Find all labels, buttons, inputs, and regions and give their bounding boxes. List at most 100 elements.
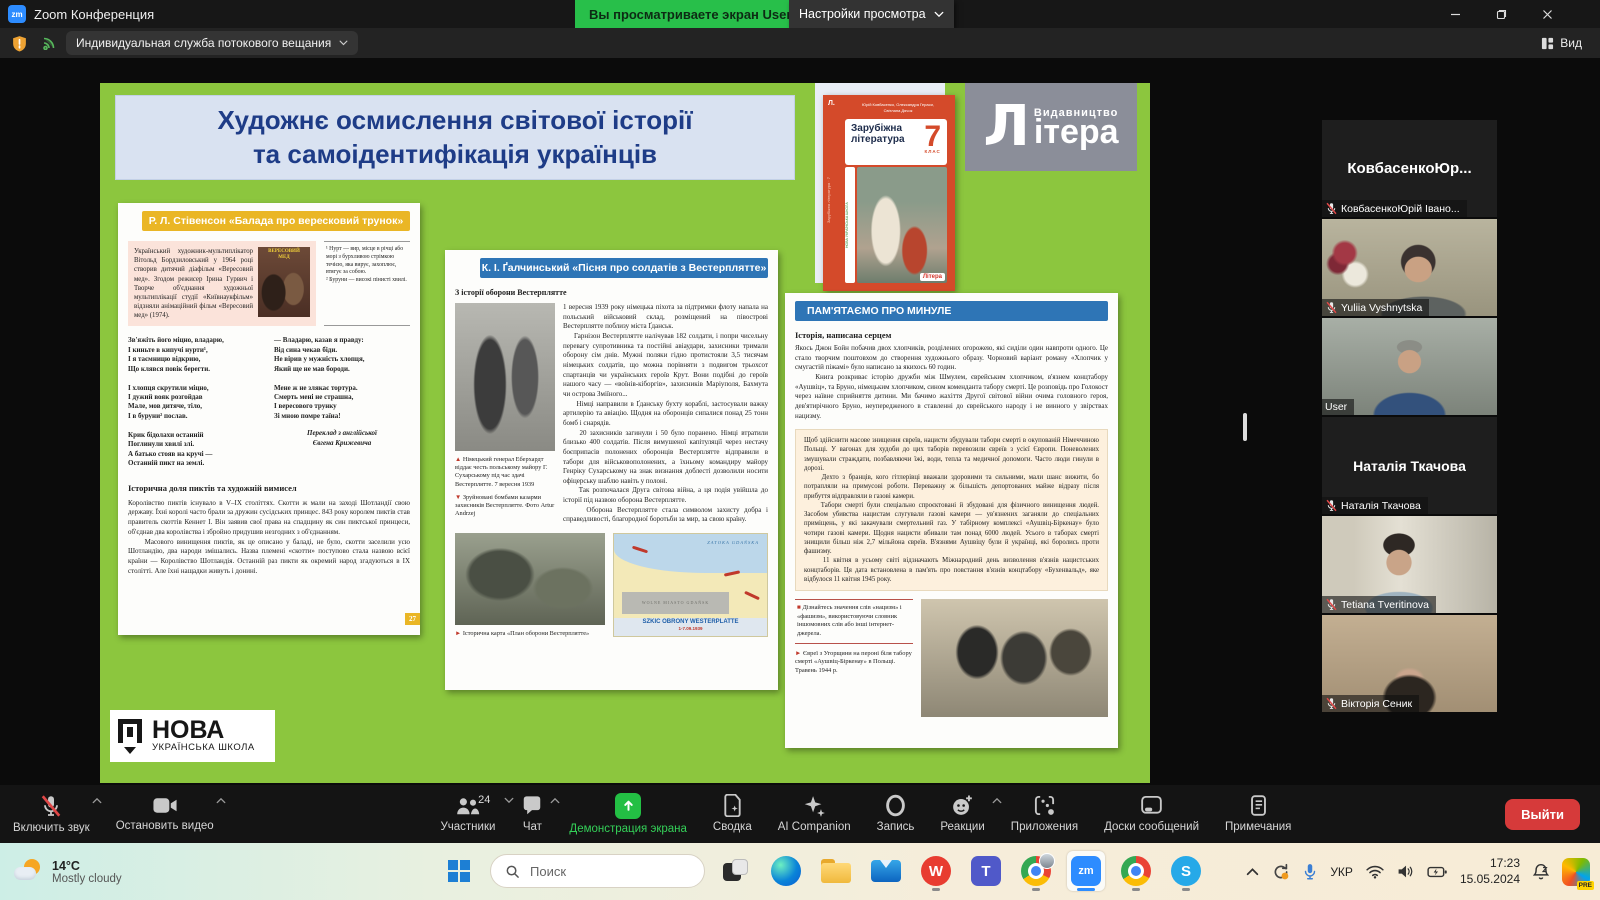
participant-tile-tveritinova[interactable]: Tetiana Tveritinova xyxy=(1322,516,1497,613)
teams-icon: T xyxy=(971,856,1001,886)
notes-button[interactable]: Примечания xyxy=(1212,785,1304,843)
participant-tile-yuliia[interactable]: Yuliia Vyshnytska xyxy=(1322,219,1497,316)
view-settings-button[interactable]: Настройки просмотра xyxy=(789,0,954,28)
live-stream-icon[interactable] xyxy=(42,36,56,50)
zoom-meeting-window: zm Zoom Конференция Вы просматриваете эк… xyxy=(0,0,1600,900)
participant-tile-user-active[interactable]: User xyxy=(1322,318,1497,415)
clock-widget[interactable]: 17:23 15.05.2024 xyxy=(1460,856,1520,887)
participant-tile-kovbasenko[interactable]: КовбасенкоЮр... КовбасенкоЮрій Івано... xyxy=(1322,120,1497,217)
diafilm-still-image: ВЕРЕСОВИЙ МЕД xyxy=(258,247,310,317)
language-indicator[interactable]: УКР xyxy=(1330,865,1353,879)
zoom-app-button[interactable]: zm xyxy=(1067,851,1105,891)
map-caption: ► Історична карта «План оборони Вестерпл… xyxy=(455,630,605,638)
tray-mic-icon[interactable] xyxy=(1303,863,1317,881)
participant-tile-senyk[interactable]: Вікторія Сеник xyxy=(1322,615,1497,712)
page3-task-box: ■ Дізнайтесь значення слів «нацизм» і «ф… xyxy=(795,599,913,644)
notifications-bell-icon[interactable] xyxy=(1533,863,1549,880)
security-shield-icon[interactable] xyxy=(12,35,27,52)
close-button[interactable] xyxy=(1524,0,1570,28)
summary-button[interactable]: Сводка xyxy=(700,785,765,843)
participant-tile-tkachova[interactable]: Наталія Ткачова Наталія Ткачова xyxy=(1322,417,1497,514)
summary-doc-icon xyxy=(721,794,744,817)
wps-office-button[interactable]: W xyxy=(917,851,955,891)
tray-expand-icon[interactable] xyxy=(1246,867,1259,876)
ai-companion-button[interactable]: AI Companion xyxy=(765,785,864,843)
leave-meeting-button[interactable]: Выйти xyxy=(1505,799,1580,830)
notes-icon xyxy=(1247,794,1270,817)
volume-icon[interactable] xyxy=(1397,864,1414,879)
weather-desc: Mostly cloudy xyxy=(52,873,122,885)
file-explorer-button[interactable] xyxy=(817,851,855,891)
record-button[interactable]: Запись xyxy=(864,785,928,843)
page3-body-text: Якось Джон Бойн побачив двох хлопчиків, … xyxy=(795,344,1108,421)
reactions-button[interactable]: Реакции xyxy=(927,785,997,843)
view-layout-button[interactable]: Вид xyxy=(1541,31,1582,55)
edge-app-button[interactable] xyxy=(767,851,805,891)
book-cover-painting xyxy=(857,167,947,283)
page3-photo-caption: ► Євреї з Угорщини на пероні біля табору… xyxy=(795,650,913,676)
search-icon xyxy=(505,864,520,879)
folder-icon xyxy=(821,859,851,883)
scrollbar-thumb[interactable] xyxy=(1243,413,1247,441)
unmute-button[interactable]: Включить звук xyxy=(0,785,103,843)
nush-line2: УКРАЇНСЬКА ШКОЛА xyxy=(152,742,255,753)
book-publisher-mark: Літера xyxy=(920,273,945,281)
battery-icon[interactable] xyxy=(1427,866,1447,878)
task-view-button[interactable] xyxy=(717,851,755,891)
video-camera-icon xyxy=(152,795,178,816)
sync-status-icon[interactable] xyxy=(1272,863,1290,881)
weather-widget[interactable]: 14°C Mostly cloudy xyxy=(14,859,122,885)
zoom-toolbar: Включить звук Остановить видео Участники… xyxy=(0,785,1600,843)
teams-button[interactable]: T xyxy=(967,851,1005,891)
chevron-down-icon xyxy=(339,40,348,46)
record-icon xyxy=(884,794,907,817)
start-button[interactable] xyxy=(440,851,478,891)
book-title-panel: Зарубіжна література 7КЛАС xyxy=(845,119,947,165)
streaming-service-dropdown[interactable]: Индивидуальная служба потокового вещания xyxy=(66,31,358,55)
page2-header-band: К. І. Ґалчинський «Пісня про солдатів з … xyxy=(480,258,768,278)
taskbar-search[interactable]: Поиск xyxy=(490,854,705,888)
textbook-page-westerplatte: К. І. Ґалчинський «Пісня про солдатів з … xyxy=(445,250,778,690)
page2-body-text: 1 вересня 1939 року німецька піхота за п… xyxy=(563,303,768,525)
share-screen-button[interactable]: Демонстрация экрана xyxy=(556,785,700,843)
map-sea-area: ZATOKA GDAŃSKA xyxy=(614,534,767,573)
book-authors: Юрій Ковбасенко, Олександра Гераси, Світ… xyxy=(852,102,944,113)
page-number-badge: 27 xyxy=(405,613,420,625)
map-title-band: SZKIC OBRONY WESTERPLATTE1-7.09.1939 xyxy=(614,618,767,636)
slide-title: Художнє осмислення світової історії та с… xyxy=(115,95,795,180)
participants-icon xyxy=(455,795,480,817)
wifi-icon[interactable] xyxy=(1366,865,1384,879)
participants-button[interactable]: Участники 24 xyxy=(427,785,508,843)
book-cover: Л. Юрій Ковбасенко, Олександра Гераси, С… xyxy=(823,95,955,291)
chat-button[interactable]: Чат xyxy=(508,785,556,843)
nush-line1: НОВА xyxy=(152,719,255,742)
page3-info-box: Щоб здійснити масове знищення євреїв, на… xyxy=(795,429,1108,591)
book-series-strip: НОВА УКРАЇНСЬКА ШКОЛА xyxy=(845,167,855,283)
page1-section-heading: Історична доля пиктів та художній вимисе… xyxy=(128,483,410,493)
chrome-icon xyxy=(1121,856,1151,886)
mic-muted-icon xyxy=(1325,499,1338,512)
page1-header-band: Р. Л. Стівенсон «Балада про вересковий т… xyxy=(142,211,410,231)
mail-app-button[interactable] xyxy=(867,851,905,891)
page1-footnotes: ¹ Нурт — вир, місце в річці або морі з б… xyxy=(324,241,410,326)
whiteboards-button[interactable]: Доски сообщений xyxy=(1091,785,1212,843)
reactions-smiley-icon xyxy=(951,794,974,817)
mic-muted-icon xyxy=(1325,598,1338,611)
chrome-profile-button[interactable] xyxy=(1017,851,1055,891)
westerplatte-ruins-photo xyxy=(455,533,605,625)
skype-button[interactable]: S xyxy=(1167,851,1205,891)
stop-video-button[interactable]: Остановить видео xyxy=(103,785,227,843)
maximize-button[interactable] xyxy=(1478,0,1524,28)
poem-column-left: Зв'яжіть його міцно, владарю, І киньте в… xyxy=(128,336,264,468)
publisher-l-glyph: Л xyxy=(983,102,1030,152)
system-tray: УКР 17:23 15.05.2024 PRE xyxy=(1246,843,1590,900)
caret-icon[interactable] xyxy=(216,797,226,804)
skype-icon: S xyxy=(1171,856,1201,886)
chrome-button[interactable] xyxy=(1117,851,1155,891)
copilot-button[interactable]: PRE xyxy=(1562,858,1590,886)
minimize-button[interactable] xyxy=(1432,0,1478,28)
photo-caption-2: ▼ Зруйновані бомбами казарми захисників … xyxy=(455,494,555,519)
caret-icon[interactable] xyxy=(92,797,102,804)
nush-pencil-icon xyxy=(118,719,144,753)
apps-button[interactable]: Приложения xyxy=(998,785,1091,843)
